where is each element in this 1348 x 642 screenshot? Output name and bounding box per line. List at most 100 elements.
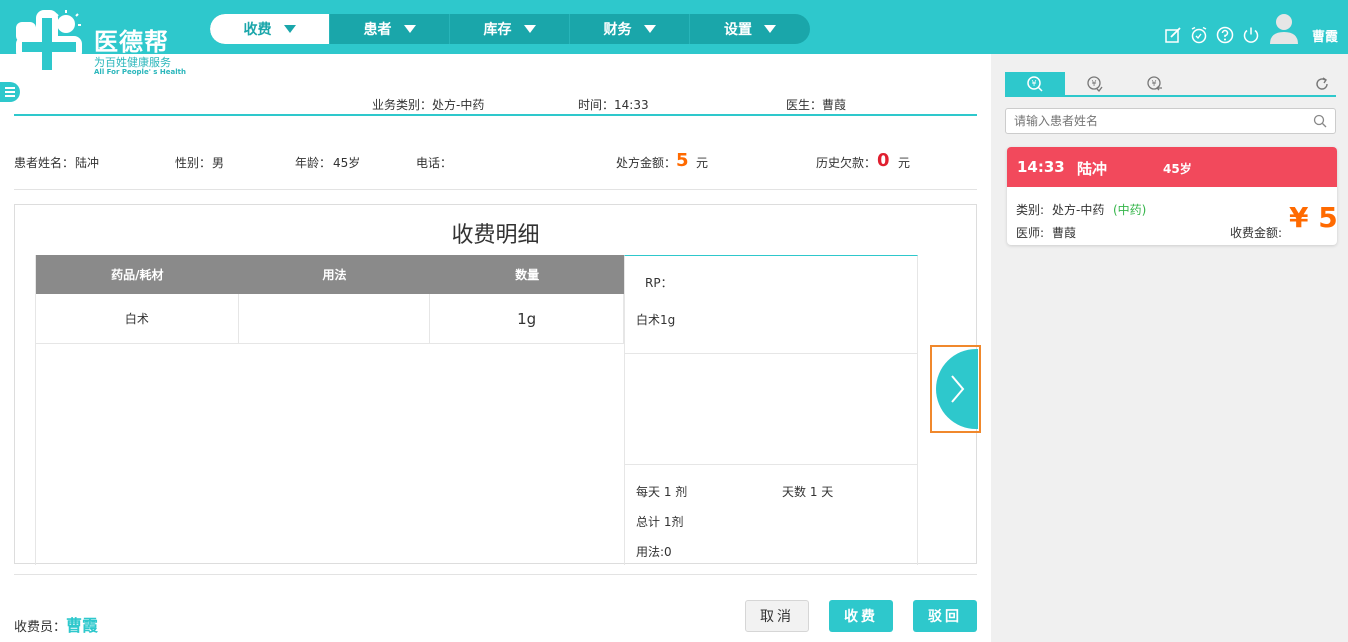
nav-item-finance[interactable]: 财务 [570, 14, 690, 44]
patient-age-label: 年龄： [295, 156, 332, 170]
yuan-return-icon: ¥ [1147, 75, 1162, 90]
card-body: 类别: 处方-中药 (中药) 医师: 曹葭 收费金额: ¥ 5 [1007, 187, 1337, 245]
cashier: 收费员：曹霞 [14, 612, 98, 636]
patient-info: 患者姓名： 陆冲 性别： 男 年龄： 45岁 电话： 处方金额： 5 元 历史欠… [0, 150, 980, 172]
divider [14, 114, 977, 116]
expand-panel-button[interactable] [936, 349, 978, 429]
patient-search-input[interactable] [1006, 109, 1296, 133]
nav-item-charge[interactable]: 收费 [210, 14, 330, 44]
rp-total: 总计 1剂 [636, 515, 684, 529]
card-doctor: 曹葭 [1052, 226, 1077, 240]
cashier-name: 曹霞 [66, 616, 99, 635]
svg-text:¥: ¥ [1151, 79, 1156, 88]
card-type-tag: (中药) [1113, 203, 1147, 217]
header-actions [1164, 26, 1260, 44]
medicine-table: 药品/耗材 用法 数量 白术 1g [35, 255, 624, 565]
yuan-search-icon: ¥ [1027, 75, 1043, 92]
expand-panel-highlight [930, 345, 981, 433]
debt-unit: 元 [898, 156, 911, 170]
yuan-check-icon: ¥ [1087, 75, 1103, 92]
help-icon[interactable] [1216, 26, 1234, 44]
column-header-usage: 用法 [322, 268, 347, 282]
caret-down-icon [764, 25, 776, 33]
reject-button[interactable]: 驳回 [913, 600, 977, 632]
rp-daily: 每天 1 剂 [636, 485, 688, 499]
patient-phone-label: 电话： [416, 156, 453, 170]
patient-queue-card[interactable]: 14:33 陆冲 45岁 类别: 处方-中药 (中药) 医师: 曹葭 收费金额:… [1007, 147, 1337, 245]
card-header: 14:33 陆冲 45岁 [1007, 147, 1337, 187]
card-doctor-label: 医师: [1016, 226, 1045, 240]
cashier-label: 收费员： [14, 620, 67, 635]
charge-button[interactable]: 收费 [829, 600, 893, 632]
chevron-right-icon [951, 375, 965, 403]
business-type: 业务类别：处方-中药 [372, 98, 485, 112]
divider [14, 574, 977, 575]
nav-item-settings[interactable]: 设置 [690, 14, 810, 44]
svg-text:¥: ¥ [1031, 79, 1036, 88]
caret-down-icon [643, 25, 656, 33]
prescription-doctor: 医生：曹葭 [786, 98, 847, 112]
rp-content: 白术1g [636, 313, 676, 327]
caret-down-icon [403, 25, 416, 33]
prescription-info: 业务类别：处方-中药 时间：14:33 医生：曹葭 [0, 96, 980, 114]
patient-queue-panel: ¥ ¥ ¥ 14:33 陆冲 45岁 类别: 处方-中药 (中药) 医师: 曹葭… [991, 54, 1348, 642]
user-name[interactable]: 曹霞 [1312, 26, 1338, 45]
patient-search [1005, 108, 1336, 134]
rp-days: 天数 1 天 [782, 485, 834, 499]
patient-age: 45岁 [333, 156, 361, 170]
table-header: 药品/耗材 用法 数量 [36, 255, 624, 294]
tab-pending-charge[interactable]: ¥ [1005, 72, 1065, 95]
card-patient-name: 陆冲 [1077, 160, 1108, 178]
divider [14, 189, 977, 190]
top-header: 医德帮 为百姓健康服务 All For People' s Health 收费 … [0, 0, 1348, 76]
brand-logo[interactable]: 医德帮 为百姓健康服务 All For People' s Health [14, 8, 194, 78]
debt-value: 0 [877, 150, 890, 171]
queue-tabs: ¥ ¥ ¥ [1005, 72, 1336, 97]
svg-text:¥: ¥ [1091, 79, 1096, 88]
cell-qty: 1g [430, 294, 624, 343]
card-type: 处方-中药 [1052, 203, 1105, 217]
nav-item-label: 收费 [243, 22, 272, 38]
brand-tagline: All For People' s Health [94, 68, 186, 76]
column-header-item: 药品/耗材 [111, 268, 164, 282]
caret-down-icon [283, 25, 296, 33]
alarm-icon[interactable] [1190, 26, 1208, 44]
patient-gender: 男 [212, 156, 225, 170]
cell-item: 白术 [36, 294, 239, 343]
refresh-icon[interactable] [1314, 76, 1330, 92]
table-row[interactable]: 白术 1g [36, 294, 624, 344]
prescription-time: 时间：14:33 [578, 98, 649, 112]
rp-panel: RP： 白术1g 每天 1 剂 天数 1 天 总计 1剂 用法:0 [624, 255, 918, 565]
card-time: 14:33 [1017, 158, 1065, 176]
cancel-button[interactable]: 取消 [745, 600, 809, 632]
avatar-icon[interactable] [1270, 12, 1298, 44]
nav-item-patient[interactable]: 患者 [330, 14, 450, 44]
power-icon[interactable] [1242, 26, 1260, 44]
caret-down-icon [523, 25, 536, 33]
nav-item-label: 患者 [363, 22, 392, 38]
cell-usage [239, 294, 431, 343]
rp-label: RP： [645, 276, 673, 290]
nav-item-inventory[interactable]: 库存 [450, 14, 570, 44]
column-header-qty: 数量 [515, 268, 540, 282]
patient-gender-label: 性别： [175, 156, 212, 170]
rx-amount-unit: 元 [696, 156, 709, 170]
tab-charged[interactable]: ¥ [1065, 72, 1125, 95]
rp-usage: 用法:0 [636, 545, 672, 559]
rx-amount-label: 处方金额： [616, 156, 677, 170]
nav-item-label: 财务 [603, 22, 632, 38]
main-nav: 收费 患者 库存 财务 设置 [210, 14, 810, 44]
nav-item-label: 设置 [724, 22, 752, 38]
nav-item-label: 库存 [483, 22, 512, 38]
card-amount-label: 收费金额: [1230, 226, 1283, 240]
brand-logo-icon [16, 10, 82, 76]
patient-name: 陆冲 [75, 156, 100, 170]
charge-detail-panel: 收费明细 药品/耗材 用法 数量 白术 1g RP： 白术1g 每天 1 剂 天… [14, 204, 977, 565]
search-icon[interactable] [1313, 114, 1327, 128]
debt-label: 历史欠款： [816, 156, 877, 170]
tab-refunded[interactable]: ¥ [1125, 72, 1185, 95]
divider [625, 353, 917, 354]
edit-icon[interactable] [1164, 26, 1182, 44]
card-amount: ¥ 5 [1289, 201, 1337, 234]
detail-title: 收费明细 [451, 223, 540, 248]
